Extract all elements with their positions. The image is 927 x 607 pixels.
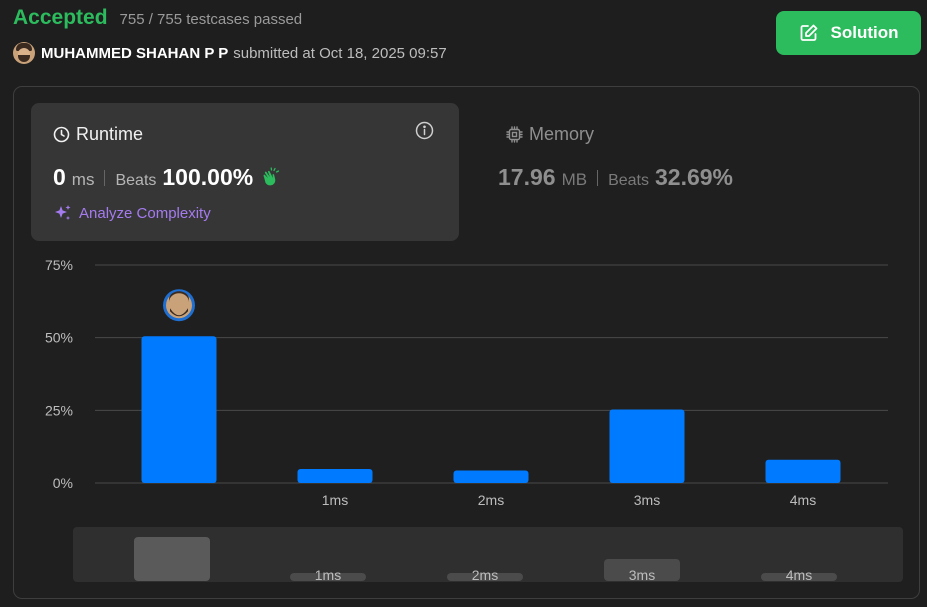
x-tick-label: 2ms <box>478 492 504 508</box>
bar-1ms[interactable] <box>297 469 373 483</box>
x-tick-label: 1ms <box>322 492 348 508</box>
y-tick-label: 25% <box>45 402 73 418</box>
runtime-distribution-chart: 0% 25% 50% 75% 1ms 2ms 3ms 4ms 1ms 2ms 3ms 4ms <box>45 257 903 583</box>
x-tick-label: 3ms <box>634 492 660 508</box>
user-avatar-marker[interactable] <box>163 289 195 322</box>
y-tick-label: 50% <box>45 330 73 346</box>
bar-0ms[interactable] <box>141 336 217 483</box>
bar-3ms[interactable] <box>609 409 685 483</box>
minimap-tick-label: 4ms <box>786 567 812 583</box>
minimap-tick-label: 3ms <box>629 567 655 583</box>
minimap-tick-label: 1ms <box>315 567 341 583</box>
y-tick-label: 75% <box>45 257 73 273</box>
y-tick-label: 0% <box>53 475 73 491</box>
minimap-tick-label: 2ms <box>472 567 498 583</box>
bar-2ms[interactable] <box>453 470 529 483</box>
bar-4ms[interactable] <box>765 459 841 483</box>
x-tick-label: 4ms <box>790 492 816 508</box>
minimap-bar <box>134 537 210 581</box>
